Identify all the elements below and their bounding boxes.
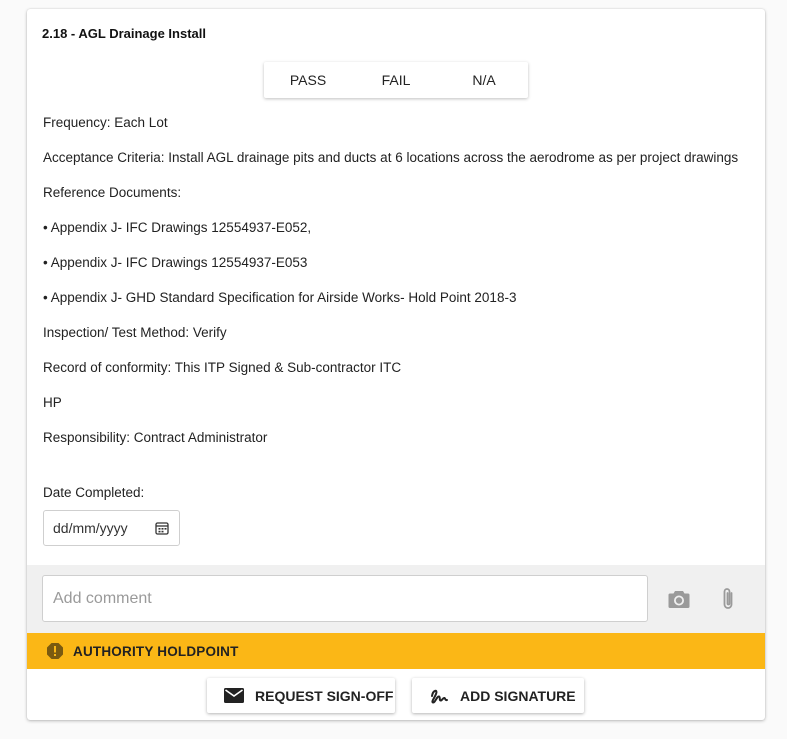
paperclip-icon[interactable] bbox=[717, 585, 739, 613]
fail-option[interactable]: FAIL bbox=[352, 62, 440, 98]
item-title: 2.18 - AGL Drainage Install bbox=[42, 26, 206, 41]
reference-item: • Appendix J- IFC Drawings 12554937-E053 bbox=[43, 255, 308, 270]
acceptance-criteria-text: Acceptance Criteria: Install AGL drainag… bbox=[43, 150, 739, 165]
date-completed-label: Date Completed: bbox=[43, 485, 145, 500]
comment-section bbox=[27, 565, 765, 633]
item-details: Frequency: Each Lot Acceptance Criteria:… bbox=[43, 113, 743, 463]
hp-text: HP bbox=[43, 395, 62, 410]
request-signoff-label: REQUEST SIGN-OFF bbox=[255, 687, 394, 704]
comment-input[interactable] bbox=[42, 575, 648, 622]
camera-icon[interactable] bbox=[667, 588, 691, 610]
request-signoff-button[interactable]: REQUEST SIGN-OFF bbox=[207, 678, 395, 713]
holdpoint-label: AUTHORITY HOLDPOINT bbox=[73, 643, 239, 659]
calendar-icon[interactable] bbox=[155, 521, 169, 535]
record-of-conformity-text: Record of conformity: This ITP Signed & … bbox=[43, 360, 402, 375]
reference-item: • Appendix J- IFC Drawings 12554937-E052… bbox=[43, 220, 312, 235]
authority-holdpoint-banner: AUTHORITY HOLDPOINT bbox=[27, 633, 765, 669]
result-toggle-group: PASS FAIL N/A bbox=[264, 62, 528, 98]
signature-icon bbox=[431, 689, 448, 703]
inspection-item-card: 2.18 - AGL Drainage Install PASS FAIL N/… bbox=[27, 9, 765, 720]
pass-option[interactable]: PASS bbox=[264, 62, 352, 98]
responsibility-text: Responsibility: Contract Administrator bbox=[43, 430, 268, 445]
frequency-text: Frequency: Each Lot bbox=[43, 115, 168, 130]
na-option[interactable]: N/A bbox=[440, 62, 528, 98]
reference-item: • Appendix J- GHD Standard Specification… bbox=[43, 290, 517, 305]
date-placeholder: dd/mm/yyyy bbox=[53, 520, 128, 536]
inspection-method-text: Inspection/ Test Method: Verify bbox=[43, 325, 227, 340]
add-signature-label: ADD SIGNATURE bbox=[460, 687, 576, 704]
reference-documents-heading: Reference Documents: bbox=[43, 185, 182, 200]
alert-octagon-icon bbox=[47, 643, 63, 659]
envelope-icon bbox=[224, 688, 244, 703]
date-completed-input[interactable]: dd/mm/yyyy bbox=[43, 510, 180, 546]
add-signature-button[interactable]: ADD SIGNATURE bbox=[412, 678, 584, 713]
